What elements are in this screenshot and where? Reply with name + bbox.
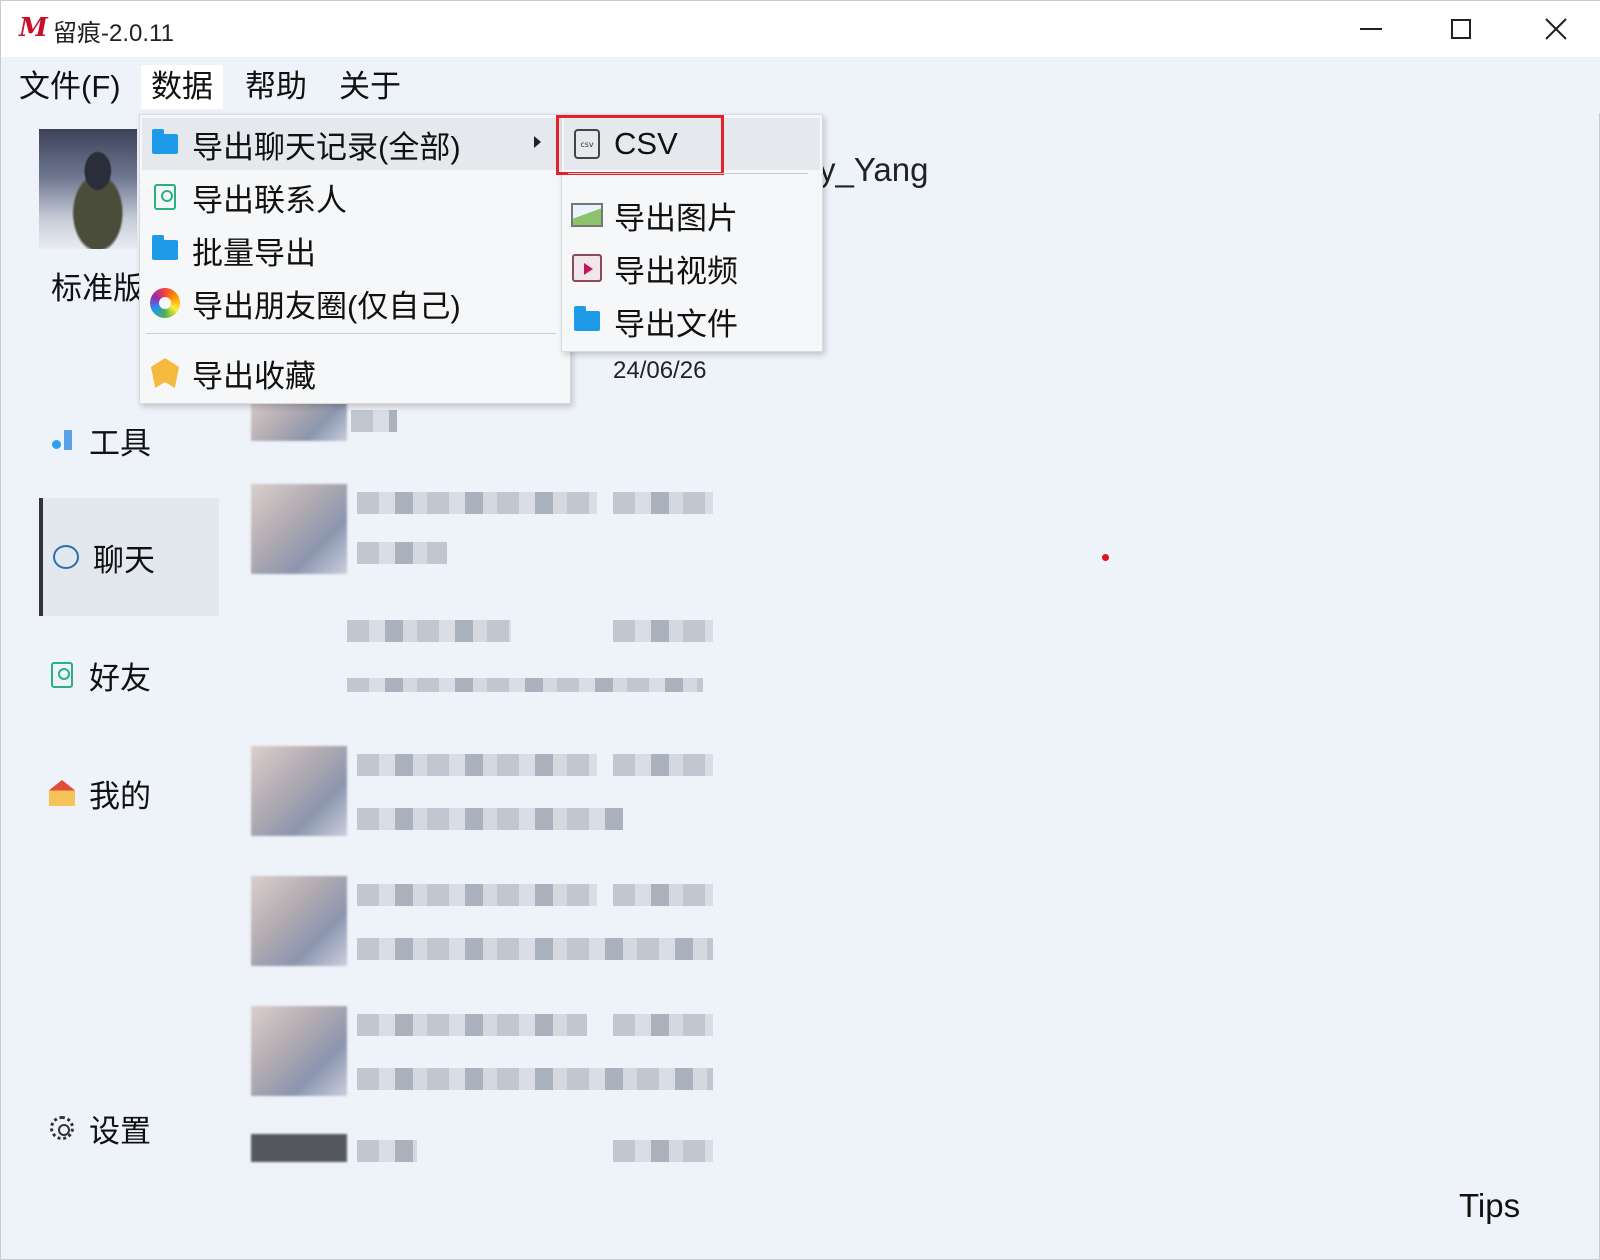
sidebar-item-label: 工具 — [89, 425, 151, 461]
list-item[interactable] — [251, 746, 731, 846]
menu-item-export-contacts[interactable]: 导出联系人 — [142, 171, 568, 223]
menu-item-label: CSV — [614, 126, 678, 161]
menu-item-export-favorites[interactable]: 导出收藏 — [142, 347, 568, 399]
blurred-text — [347, 678, 703, 692]
list-item[interactable] — [251, 876, 731, 976]
menu-item-label: 导出联系人 — [192, 182, 347, 218]
tips-label[interactable]: Tips — [1459, 1187, 1520, 1225]
blurred-text — [613, 492, 713, 514]
minimize-button[interactable] — [1326, 1, 1416, 57]
blurred-text — [357, 938, 713, 960]
menu-item-export-chat[interactable]: 导出聊天记录(全部) — [142, 118, 568, 170]
list-item[interactable] — [251, 1006, 731, 1106]
menu-item-label: 导出视频 — [614, 253, 738, 289]
blurred-text — [613, 884, 713, 906]
edition-label: 标准版 — [51, 271, 144, 306]
blurred-text — [357, 754, 597, 776]
blurred-text — [357, 808, 623, 830]
close-button[interactable] — [1511, 1, 1600, 57]
sidebar-item-label: 聊天 — [93, 542, 155, 578]
menu-help[interactable]: 帮助 — [235, 65, 317, 109]
blurred-text — [347, 620, 511, 642]
avatar[interactable] — [39, 129, 137, 249]
blurred-text — [357, 1014, 587, 1036]
blurred-text — [357, 542, 447, 564]
menu-data[interactable]: 数据 — [141, 65, 223, 109]
menu-item-batch-export[interactable]: 批量导出 — [142, 224, 568, 276]
sidebar-item-label: 设置 — [89, 1113, 151, 1149]
username: y_Yang — [819, 151, 929, 188]
csv-file-icon: csv — [570, 127, 604, 161]
blurred-text — [613, 1140, 713, 1162]
chat-icon — [53, 544, 79, 570]
menu-file[interactable]: 文件(F) — [9, 65, 131, 109]
blurred-text — [357, 492, 597, 514]
list-item[interactable] — [251, 484, 731, 584]
menu-bar: 文件(F) 数据 帮助 关于 — [1, 57, 1600, 113]
folder-icon — [570, 304, 604, 338]
gear-icon — [49, 1115, 75, 1141]
avatar — [251, 746, 347, 836]
folder-icon — [148, 233, 182, 267]
sidebar-item-chat[interactable]: 聊天 — [39, 498, 219, 616]
app-logo: M — [19, 13, 48, 43]
title-bar: M 留痕-2.0.11 — [1, 1, 1600, 57]
submenu-item-export-files[interactable]: 导出文件 — [564, 295, 820, 347]
avatar — [251, 1134, 347, 1162]
submenu-arrow-icon — [534, 136, 541, 148]
folder-icon — [148, 127, 182, 161]
sidebar-item-label: 好友 — [89, 660, 151, 696]
chat-date: 24/06/26 — [613, 357, 707, 384]
menu-separator — [568, 173, 808, 174]
menu-item-export-moments[interactable]: 导出朋友圈(仅自己) — [142, 277, 568, 329]
menu-item-label: 导出文件 — [614, 306, 738, 342]
moments-aperture-icon — [148, 286, 182, 320]
blurred-text — [613, 620, 713, 642]
sidebar-item-settings[interactable]: 设置 — [39, 1069, 219, 1187]
tools-icon — [49, 427, 75, 453]
chat-list — [251, 396, 731, 1196]
blurred-text — [613, 1014, 713, 1036]
close-icon — [1545, 18, 1567, 40]
submenu-item-export-videos[interactable]: 导出视频 — [564, 242, 820, 294]
blurred-text — [351, 410, 397, 432]
menu-separator — [146, 333, 556, 334]
home-icon — [49, 780, 75, 806]
app-window: M 留痕-2.0.11 文件(F) 数据 帮助 关于 标准版 工具 聊天 好友 — [0, 0, 1600, 1260]
submenu-item-csv[interactable]: csv CSV — [556, 115, 820, 175]
image-icon — [570, 198, 604, 232]
avatar — [251, 1006, 347, 1096]
blurred-text — [357, 1140, 417, 1162]
window-title: 留痕-2.0.11 — [53, 20, 174, 47]
maximize-icon — [1451, 19, 1471, 39]
red-dot — [1102, 554, 1109, 561]
sidebar-item-mine[interactable]: 我的 — [39, 734, 219, 852]
export-chat-submenu: csv CSV 导出图片 导出视频 导出文件 — [556, 114, 823, 352]
blurred-text — [357, 1068, 713, 1090]
blurred-text — [357, 884, 597, 906]
minimize-icon — [1360, 28, 1382, 30]
menu-item-label: 导出收藏 — [192, 358, 316, 394]
sidebar-item-friends[interactable]: 好友 — [39, 616, 219, 734]
menu-item-label: 导出图片 — [614, 200, 738, 236]
submenu-item-export-images[interactable]: 导出图片 — [564, 189, 820, 241]
avatar — [251, 876, 347, 966]
data-dropdown-menu: 导出聊天记录(全部) 导出联系人 批量导出 导出朋友圈(仅自己) 导出收藏 — [139, 114, 571, 404]
menu-about[interactable]: 关于 — [329, 65, 411, 109]
blurred-text — [613, 754, 713, 776]
favorites-badge-icon — [148, 356, 182, 390]
menu-item-label: 导出朋友圈(仅自己) — [192, 288, 461, 324]
avatar — [251, 484, 347, 574]
video-icon — [570, 251, 604, 285]
menu-item-label: 批量导出 — [192, 235, 316, 271]
sidebar-item-label: 我的 — [89, 778, 151, 814]
list-item[interactable] — [251, 616, 731, 706]
contacts-icon — [49, 662, 75, 688]
list-item[interactable] — [251, 1134, 731, 1184]
maximize-button[interactable] — [1416, 1, 1506, 57]
contacts-icon — [148, 180, 182, 214]
menu-item-label: 导出聊天记录(全部) — [192, 129, 461, 165]
